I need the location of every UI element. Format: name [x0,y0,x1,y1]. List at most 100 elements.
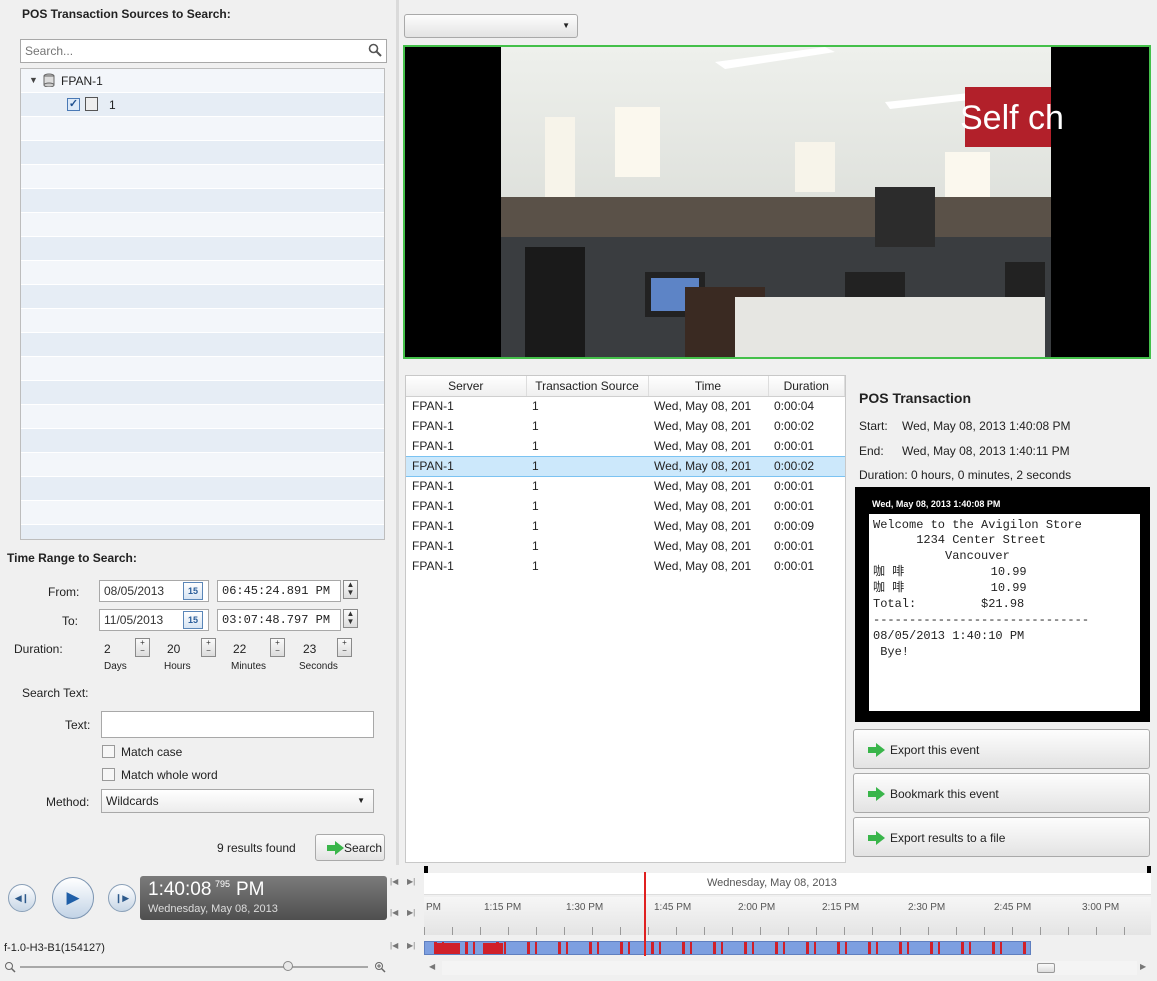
tree-row[interactable]: ▼ FPAN-1 [21,69,384,93]
to-label: To: [62,614,79,628]
step-forward-button[interactable]: ❙▶ [108,884,136,912]
cell-duration: 0:00:01 [774,499,815,513]
zoom-in-icon[interactable] [374,961,386,976]
zoom-slider-track[interactable] [20,966,368,968]
to-time-field[interactable]: 03:07:48.797 PM [217,609,341,631]
hours-stepper[interactable]: + − [201,638,216,657]
match-case-checkbox[interactable] [102,745,115,758]
table-row[interactable]: FPAN-1 1 Wed, May 08, 201 0:00:02 [406,416,845,436]
duration-days[interactable]: 2 [104,642,111,656]
receipt-line: Total: $21.98 [873,597,1025,611]
cell-time: Wed, May 08, 201 [654,479,752,494]
timeline-tick: 2:00 PM [738,902,776,913]
search-button[interactable]: Search [315,834,385,861]
cell-source: 1 [532,499,539,513]
search-text-field[interactable] [101,711,374,738]
minutes-stepper[interactable]: + − [270,638,285,657]
time-range-title: Time Range to Search: [7,551,137,565]
receipt-line: Vancouver [873,549,1010,563]
panel-divider[interactable] [396,0,399,865]
recording-bar[interactable] [424,941,1031,955]
cell-duration: 0:00:09 [774,519,815,533]
arrow-right-icon [327,841,344,855]
table-row[interactable]: FPAN-1 1 Wed, May 08, 201 0:00:04 [406,396,845,416]
arrow-right-icon [868,831,885,845]
from-calendar-icon[interactable]: 15 [183,582,203,600]
table-row[interactable]: FPAN-1 1 Wed, May 08, 201 0:00:09 [406,516,845,536]
seconds-stepper[interactable]: + − [337,638,352,657]
table-row-selected[interactable]: FPAN-1 1 Wed, May 08, 201 0:00:02 [406,455,845,477]
tree-source-label[interactable]: 1 [109,98,116,112]
cell-duration: 0:00:01 [774,479,815,494]
export-results-button[interactable]: Export results to a file [853,817,1150,857]
from-time-stepper[interactable]: ▲ ▼ [343,580,358,599]
bookmark-event-label: Bookmark this event [890,787,999,801]
sources-title: POS Transaction Sources to Search: [22,7,231,21]
receipt-line: 咖 啡 10.99 [873,565,1027,579]
source-search-input[interactable] [21,40,351,62]
tree-row[interactable]: ✓ 1 [21,93,384,117]
scrollbar-thumb[interactable] [1037,963,1055,973]
match-whole-word-checkbox[interactable] [102,768,115,781]
video-panel[interactable]: Self ch [403,45,1151,359]
source-search-box[interactable] [20,39,387,63]
camera-select-dropdown[interactable]: ▼ [404,14,578,38]
table-row[interactable]: FPAN-1 1 Wed, May 08, 201 0:00:01 [406,476,845,496]
column-header[interactable]: Transaction Source [526,376,649,397]
table-row[interactable]: FPAN-1 1 Wed, May 08, 201 0:00:01 [406,436,845,456]
play-button[interactable]: ▶ [52,877,94,919]
table-row[interactable]: FPAN-1 1 Wed, May 08, 201 0:00:01 [406,496,845,516]
timeline-skip-start-icon[interactable]: |◀ [390,941,398,950]
results-count: 9 results found [217,841,296,855]
to-time-stepper[interactable]: ▲ ▼ [343,609,358,628]
pos-end-label: End: [859,444,884,458]
cell-source: 1 [526,455,648,477]
timeline-playhead[interactable] [644,872,646,956]
timeline[interactable]: Wednesday, May 08, 2013 PM 1:15 PM 1:30 … [424,866,1151,959]
timeline-tick: PM [426,902,441,913]
tree-server-label[interactable]: FPAN-1 [61,74,103,88]
scroll-left-icon[interactable]: ◀ [429,962,435,971]
timeline-skip-start-icon[interactable]: |◀ [390,877,398,886]
timeline-skip-end-icon[interactable]: ▶| [407,877,415,886]
cell-server: FPAN-1 [406,455,526,477]
column-header[interactable]: Time [648,376,769,397]
timeline-ruler: PM 1:15 PM 1:30 PM 1:45 PM 2:00 PM 2:15 … [424,897,1151,935]
timeline-skip-end-icon[interactable]: ▶| [407,908,415,917]
method-dropdown[interactable]: Wildcards ▼ [101,789,374,813]
duration-hours[interactable]: 20 [167,642,180,656]
source-tree: ▼ FPAN-1 ✓ 1 [20,68,385,540]
source-checkbox[interactable]: ✓ [67,98,80,111]
bookmark-event-button[interactable]: Bookmark this event [853,773,1150,813]
days-stepper[interactable]: + − [135,638,150,657]
from-time-field[interactable]: 06:45:24.891 PM [217,580,341,602]
expand-arrow-icon[interactable]: ▼ [29,75,38,85]
zoom-out-icon[interactable] [4,961,16,976]
cell-source: 1 [532,539,539,553]
motion-event-block [436,943,460,954]
table-row[interactable]: FPAN-1 1 Wed, May 08, 201 0:00:01 [406,556,845,576]
match-case-label[interactable]: Match case [121,745,182,759]
duration-seconds[interactable]: 23 [303,642,316,656]
table-row[interactable]: FPAN-1 1 Wed, May 08, 201 0:00:01 [406,536,845,556]
camera-name: f-1.0-H3-B1(154127) [4,942,105,954]
duration-minutes[interactable]: 22 [233,642,246,656]
column-header[interactable]: Server [406,376,527,397]
column-header[interactable]: Duration [768,376,845,397]
zoom-slider-handle[interactable] [283,961,293,971]
cell-time: Wed, May 08, 201 [654,519,752,533]
chevron-down-icon: ▼ [357,796,365,805]
search-icon[interactable] [368,43,382,60]
timeline-scrollbar[interactable] [442,961,1137,975]
to-calendar-icon[interactable]: 15 [183,611,203,629]
scroll-right-icon[interactable]: ▶ [1140,962,1146,971]
export-event-button[interactable]: Export this event [853,729,1150,769]
match-whole-word-label[interactable]: Match whole word [121,768,218,782]
cell-time: Wed, May 08, 201 [654,399,752,414]
step-back-button[interactable]: ◀❙ [8,884,36,912]
hours-unit-label: Hours [164,661,191,672]
text-label: Text: [65,718,91,732]
arrow-right-icon [868,787,885,801]
timeline-skip-start-icon[interactable]: |◀ [390,908,398,917]
timeline-skip-end-icon[interactable]: ▶| [407,941,415,950]
